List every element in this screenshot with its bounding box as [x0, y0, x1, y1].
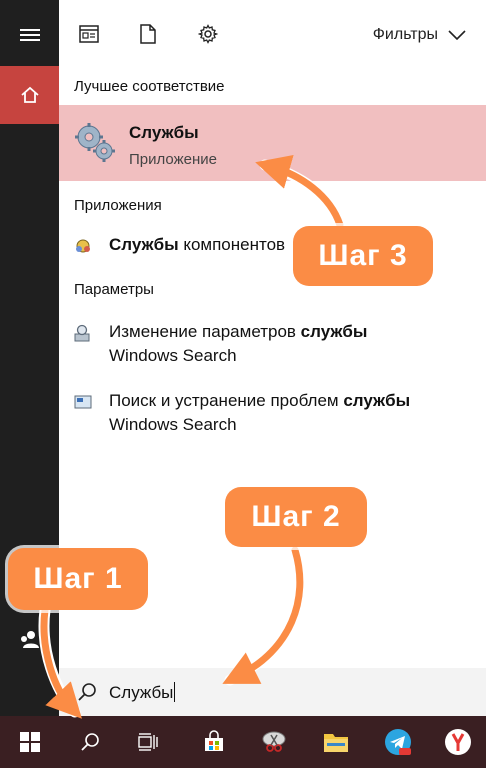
- search-icon: [78, 683, 96, 701]
- apps-heading: Приложения: [74, 197, 162, 214]
- search-input[interactable]: Службы: [109, 682, 176, 703]
- troubleshoot-result-sublabel: Windows Search: [109, 415, 237, 434]
- settings-result-sublabel: Windows Search: [109, 346, 237, 365]
- step2-arrow: [222, 546, 304, 684]
- document-icon: [140, 24, 156, 44]
- settings-filter-button[interactable]: [196, 22, 220, 46]
- settings-heading: Параметры: [74, 281, 154, 298]
- windows-logo-icon: [20, 732, 40, 752]
- search-icon: [81, 733, 99, 751]
- troubleshoot-result-label: Поиск и устранение проблем службы: [109, 391, 411, 410]
- gear-icon: [198, 24, 218, 44]
- app-result-label: Службы компонентов: [109, 235, 286, 254]
- home-button[interactable]: [0, 66, 59, 124]
- filters-dropdown[interactable]: Фильтры: [373, 24, 466, 46]
- apps-filter-button[interactable]: [77, 22, 101, 46]
- hamburger-menu-button[interactable]: [0, 15, 59, 55]
- documents-filter-button[interactable]: [136, 22, 160, 46]
- settings-result-label: Изменение параметров службы: [109, 322, 368, 341]
- hamburger-icon: [19, 29, 40, 41]
- yandex-browser-icon: [445, 729, 471, 755]
- store-bag-icon: [205, 730, 223, 751]
- user-accounts-icon: [20, 631, 39, 648]
- start-button[interactable]: [12, 724, 48, 760]
- taskbar-telegram-app[interactable]: [380, 724, 416, 760]
- taskbar-file-explorer[interactable]: [318, 724, 354, 760]
- best-match-item[interactable]: Службы Приложение: [59, 105, 486, 181]
- taskbar-store-app[interactable]: [196, 724, 232, 760]
- best-match-name: Службы: [129, 123, 199, 142]
- folder-icon: [324, 734, 348, 752]
- user-account-button[interactable]: [0, 620, 59, 660]
- task-view-icon: [138, 733, 158, 751]
- troubleshoot-icon: [74, 395, 92, 409]
- taskbar-search-button[interactable]: [72, 724, 108, 760]
- chevron-down-icon: [448, 30, 466, 40]
- search-toolbar: Фильтры: [59, 0, 486, 66]
- taskbar-yandex-browser[interactable]: [440, 724, 476, 760]
- step3-callout: Шаг 3: [293, 226, 433, 286]
- component-services-icon: [76, 239, 90, 253]
- home-icon: [20, 86, 39, 103]
- best-match-heading: Лучшее соответствие: [74, 78, 225, 95]
- step2-callout: Шаг 2: [225, 487, 367, 547]
- task-view-button[interactable]: [130, 724, 166, 760]
- services-gears-icon: [75, 123, 115, 162]
- taskbar: [0, 716, 486, 768]
- search-box[interactable]: Службы: [59, 668, 486, 716]
- telegram-icon: [385, 729, 411, 755]
- step1-callout: Шаг 1: [8, 548, 148, 610]
- search-settings-icon: [74, 324, 90, 342]
- scissors-icon: [262, 731, 286, 752]
- filters-label: Фильтры: [372, 26, 438, 43]
- window-icon: [79, 25, 99, 43]
- taskbar-snipping-app[interactable]: [256, 724, 292, 760]
- best-match-type: Приложение: [129, 151, 217, 168]
